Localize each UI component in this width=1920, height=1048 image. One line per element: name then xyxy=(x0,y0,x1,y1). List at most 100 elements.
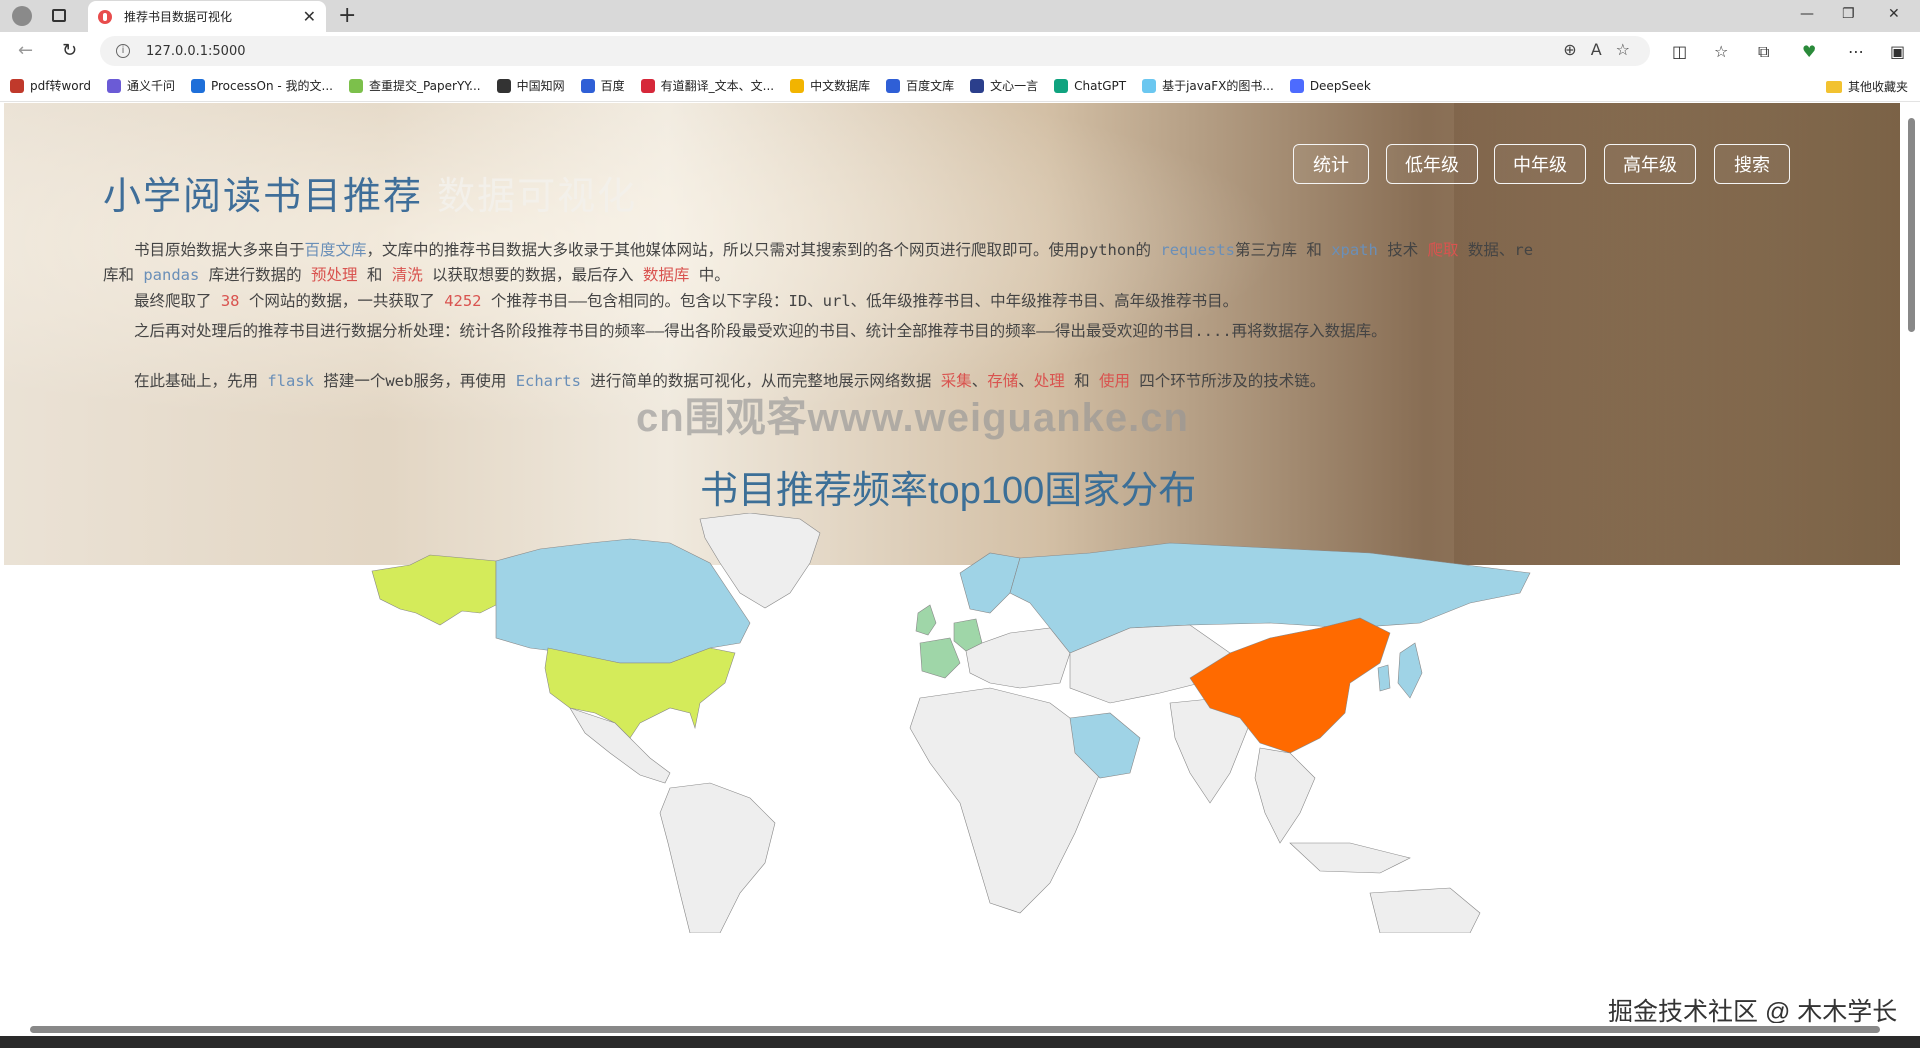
map-region-japan xyxy=(1397,642,1423,699)
text-segment: 和 xyxy=(357,266,392,284)
bookmark-item[interactable]: 中文数据库 xyxy=(790,77,870,94)
text-segment: pandas xyxy=(143,266,200,284)
bookmark-favicon-icon xyxy=(886,78,901,93)
bookmark-item[interactable]: 中国知网 xyxy=(496,77,565,94)
collections-icon[interactable]: ⧉ xyxy=(1758,42,1769,62)
vertical-scrollbar[interactable] xyxy=(1904,103,1920,1023)
tab-active[interactable]: 推荐书目数据可视化 ✕ xyxy=(88,1,326,32)
nav-high-grade-button[interactable]: 高年级 xyxy=(1604,144,1696,184)
bookmark-item[interactable]: 查重提交_PaperYY... xyxy=(348,77,481,94)
site-watermark: cn围观客www.weiguanke.cn xyxy=(636,396,1189,440)
tab-actions-icon[interactable] xyxy=(52,9,66,22)
back-icon[interactable]: ← xyxy=(18,40,33,61)
other-bookmarks[interactable]: 其他收藏夹 xyxy=(1825,78,1908,95)
profile-avatar[interactable] xyxy=(12,6,32,26)
text-segment: 库进行数据的 xyxy=(199,266,312,284)
bookmark-favicon-icon xyxy=(1054,78,1069,93)
text-segment: 百度文库 xyxy=(304,241,367,259)
map-region-france xyxy=(919,637,961,679)
more-icon[interactable]: ⋯ xyxy=(1848,42,1864,61)
map-title: 书目推荐频率top100国家分布 xyxy=(700,470,1197,512)
bookmark-item[interactable]: 有道翻译_文本、文... xyxy=(640,77,775,94)
favorite-star-icon[interactable]: ☆ xyxy=(1616,40,1630,59)
page-title-main: 小学阅读书目推荐 xyxy=(103,174,424,218)
favorites-icon[interactable]: ☆ xyxy=(1714,42,1728,61)
text-segment: 个推荐书目——包含相同的。包含以下字段：ID、url、低年级推荐书目、中年级推荐… xyxy=(481,292,1239,310)
bookmark-item[interactable]: pdf转word xyxy=(10,77,91,94)
bookmark-favicon-icon xyxy=(190,78,205,93)
page-title-sub: 数据可视化 xyxy=(437,176,638,218)
text-segment: ，文库中的推荐书目数据大多收录于其他媒体网站，所以只需对其搜索到的各个网页进行爬… xyxy=(366,241,1161,259)
bookmark-label: pdf转word xyxy=(30,79,91,93)
sidebar-icon[interactable]: ▣ xyxy=(1890,42,1905,61)
horizontal-scrollbar-thumb[interactable] xyxy=(30,1026,1880,1033)
text-segment: 清洗 xyxy=(391,266,423,284)
address-bar[interactable]: i 127.0.0.1:5000 ⊕ A ☆ xyxy=(100,36,1650,66)
bookmark-label: 中国知网 xyxy=(516,79,565,93)
intro-paragraph-1: 书目原始数据大多来自于百度文库，文库中的推荐书目数据大多收录于其他媒体网站，所以… xyxy=(103,238,1543,288)
horizontal-scrollbar[interactable] xyxy=(0,1023,1904,1035)
bookmark-favicon-icon xyxy=(1142,78,1157,93)
bookmark-label: 通义千问 xyxy=(126,79,175,93)
map-region-southeast-asia xyxy=(1254,747,1316,844)
browser-essentials-icon[interactable]: ♥ xyxy=(1802,42,1816,61)
bookmark-favicon-icon xyxy=(106,78,121,93)
page-viewport: 小学阅读书目推荐 数据可视化 统计 低年级 中年级 高年级 搜索 书目原始数据大… xyxy=(0,103,1904,1023)
nav-mid-grade-button[interactable]: 中年级 xyxy=(1494,144,1586,184)
text-segment: 技术 xyxy=(1377,241,1428,259)
bookmark-item[interactable]: ChatGPT xyxy=(1054,78,1126,93)
bookmark-item[interactable]: 百度 xyxy=(580,77,625,94)
bookmark-favicon-icon xyxy=(640,78,655,93)
bookmark-label: 中文数据库 xyxy=(810,79,871,93)
nav-low-grade-button[interactable]: 低年级 xyxy=(1386,144,1478,184)
bookmark-favicon-icon xyxy=(496,78,511,93)
text-segment: 中。 xyxy=(689,266,730,284)
world-map[interactable] xyxy=(370,513,1540,933)
minimize-icon[interactable]: — xyxy=(1800,6,1814,22)
bookmark-item[interactable]: 基于javaFX的图书... xyxy=(1142,77,1274,94)
bookmark-favicon-icon xyxy=(580,78,595,93)
refresh-icon[interactable]: ↻ xyxy=(62,40,77,61)
bookmark-label: 有道翻译_文本、文... xyxy=(660,79,775,93)
site-info-icon[interactable]: i xyxy=(116,44,130,58)
text-segment: 最终爬取了 xyxy=(134,292,221,310)
text-segment: 38 xyxy=(220,292,240,310)
url-text: 127.0.0.1:5000 xyxy=(146,43,246,59)
nav-search-button[interactable]: 搜索 xyxy=(1714,144,1790,184)
text-segment: flask xyxy=(267,372,315,390)
text-segment: 第三方库 和 xyxy=(1235,241,1332,259)
map-region-uk xyxy=(915,604,937,636)
bookmark-item[interactable]: DeepSeek xyxy=(1289,78,1371,93)
bookmark-favicon-icon xyxy=(790,78,805,93)
vertical-scrollbar-thumb[interactable] xyxy=(1908,118,1915,332)
map-region-canada xyxy=(495,538,751,664)
os-taskbar xyxy=(0,1036,1920,1048)
bookmark-label: 百度文库 xyxy=(906,79,955,93)
browser-toolbar: ← ↻ i 127.0.0.1:5000 ⊕ A ☆ ◫ ☆ ⧉ ♥ ⋯ ▣ xyxy=(0,32,1920,70)
intro-paragraph-3: 之后再对处理后的推荐书目进行数据分析处理：统计各阶段推荐书目的频率——得出各阶段… xyxy=(103,319,1543,344)
bookmark-favicon-icon xyxy=(970,78,985,93)
read-aloud-icon[interactable]: A xyxy=(1591,40,1602,59)
other-bookmarks-label: 其他收藏夹 xyxy=(1847,80,1908,94)
split-screen-icon[interactable]: ◫ xyxy=(1672,42,1687,61)
bookmark-item[interactable]: 百度文库 xyxy=(886,77,954,94)
close-window-icon[interactable]: ✕ xyxy=(1888,6,1900,22)
text-segment: 数据库 xyxy=(642,266,690,284)
restore-icon[interactable]: ❐ xyxy=(1842,6,1855,22)
bookmark-label: 查重提交_PaperYY... xyxy=(368,79,481,93)
bookmark-item[interactable]: 文心一言 xyxy=(970,77,1038,94)
map-region-scandinavia xyxy=(959,552,1021,614)
nav-stats-button[interactable]: 统计 xyxy=(1293,144,1369,184)
bookmark-item[interactable]: ProcessOn - 我的文... xyxy=(190,77,333,94)
new-tab-icon[interactable]: + xyxy=(338,3,356,28)
bookmark-label: 百度 xyxy=(600,79,625,93)
bookmark-item[interactable]: 通义千问 xyxy=(106,77,175,94)
text-segment: 以获取想要的数据，最后存入 xyxy=(422,266,643,284)
intro-paragraph-2: 最终爬取了 38 个网站的数据，一共获取了 4252 个推荐书目——包含相同的。… xyxy=(103,289,1543,314)
text-segment: 在此基础上，先用 xyxy=(134,372,268,390)
text-segment: 爬取 xyxy=(1427,241,1459,259)
tab-title: 推荐书目数据可视化 xyxy=(124,10,233,24)
tab-close-icon[interactable]: ✕ xyxy=(303,7,316,26)
text-segment: Echarts xyxy=(515,372,582,390)
zoom-icon[interactable]: ⊕ xyxy=(1563,40,1576,59)
